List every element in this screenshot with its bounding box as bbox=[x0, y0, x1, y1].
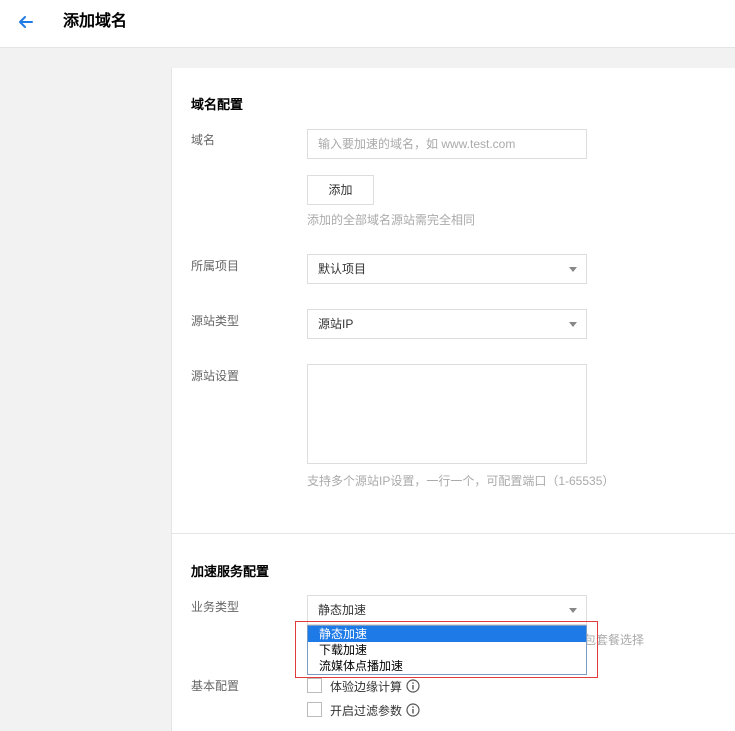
filter-params-label: 开启过滤参数 bbox=[330, 704, 403, 718]
business-type-select[interactable]: 静态加速 bbox=[307, 595, 587, 625]
form-panel: 域名配置 域名 添加 添加的全部域名源站需完全相同 所属项目 默认项目 源站类型… bbox=[171, 68, 735, 731]
chevron-down-icon bbox=[569, 267, 577, 272]
origin-settings-hint: 支持多个源站IP设置，一行一个，可配置端口（1-65535） bbox=[307, 474, 615, 488]
business-type-select-value: 静态加速 bbox=[318, 603, 367, 617]
project-select[interactable]: 默认项目 bbox=[307, 254, 587, 284]
dropdown-option-static[interactable]: 静态加速 bbox=[308, 626, 586, 642]
service-section-title: 加速服务配置 bbox=[191, 564, 270, 579]
project-select-value: 默认项目 bbox=[318, 262, 367, 276]
project-label: 所属项目 bbox=[191, 259, 240, 273]
section-divider bbox=[172, 533, 735, 534]
domain-section-title: 域名配置 bbox=[191, 97, 244, 112]
dropdown-option-download[interactable]: 下载加速 bbox=[308, 642, 586, 658]
chevron-down-icon bbox=[569, 608, 577, 613]
business-type-dropdown: 静态加速 下载加速 流媒体点播加速 bbox=[307, 625, 587, 675]
business-type-label: 业务类型 bbox=[191, 600, 240, 614]
business-type-hint: 包套餐选择 bbox=[584, 633, 645, 647]
origin-settings-textarea[interactable] bbox=[307, 364, 587, 464]
add-domain-button[interactable]: 添加 bbox=[307, 175, 374, 205]
origin-type-select-value: 源站IP bbox=[318, 317, 354, 331]
origin-settings-label: 源站设置 bbox=[191, 369, 240, 383]
add-domain-hint: 添加的全部域名源站需完全相同 bbox=[307, 213, 476, 227]
origin-type-label: 源站类型 bbox=[191, 314, 240, 328]
domain-label: 域名 bbox=[191, 133, 216, 147]
origin-type-select[interactable]: 源站IP bbox=[307, 309, 587, 339]
page-title: 添加域名 bbox=[63, 13, 128, 30]
edge-computing-label: 体验边缘计算 bbox=[330, 680, 403, 694]
arrow-left-icon[interactable] bbox=[16, 12, 36, 32]
edge-computing-checkbox[interactable] bbox=[307, 678, 322, 693]
basic-config-label: 基本配置 bbox=[191, 679, 240, 693]
info-icon[interactable] bbox=[406, 679, 420, 693]
domain-input[interactable] bbox=[307, 129, 587, 159]
dropdown-option-streaming[interactable]: 流媒体点播加速 bbox=[308, 658, 586, 674]
info-icon[interactable] bbox=[406, 703, 420, 717]
filter-params-checkbox[interactable] bbox=[307, 702, 322, 717]
top-bar: 添加域名 bbox=[0, 0, 735, 48]
chevron-down-icon bbox=[569, 322, 577, 327]
